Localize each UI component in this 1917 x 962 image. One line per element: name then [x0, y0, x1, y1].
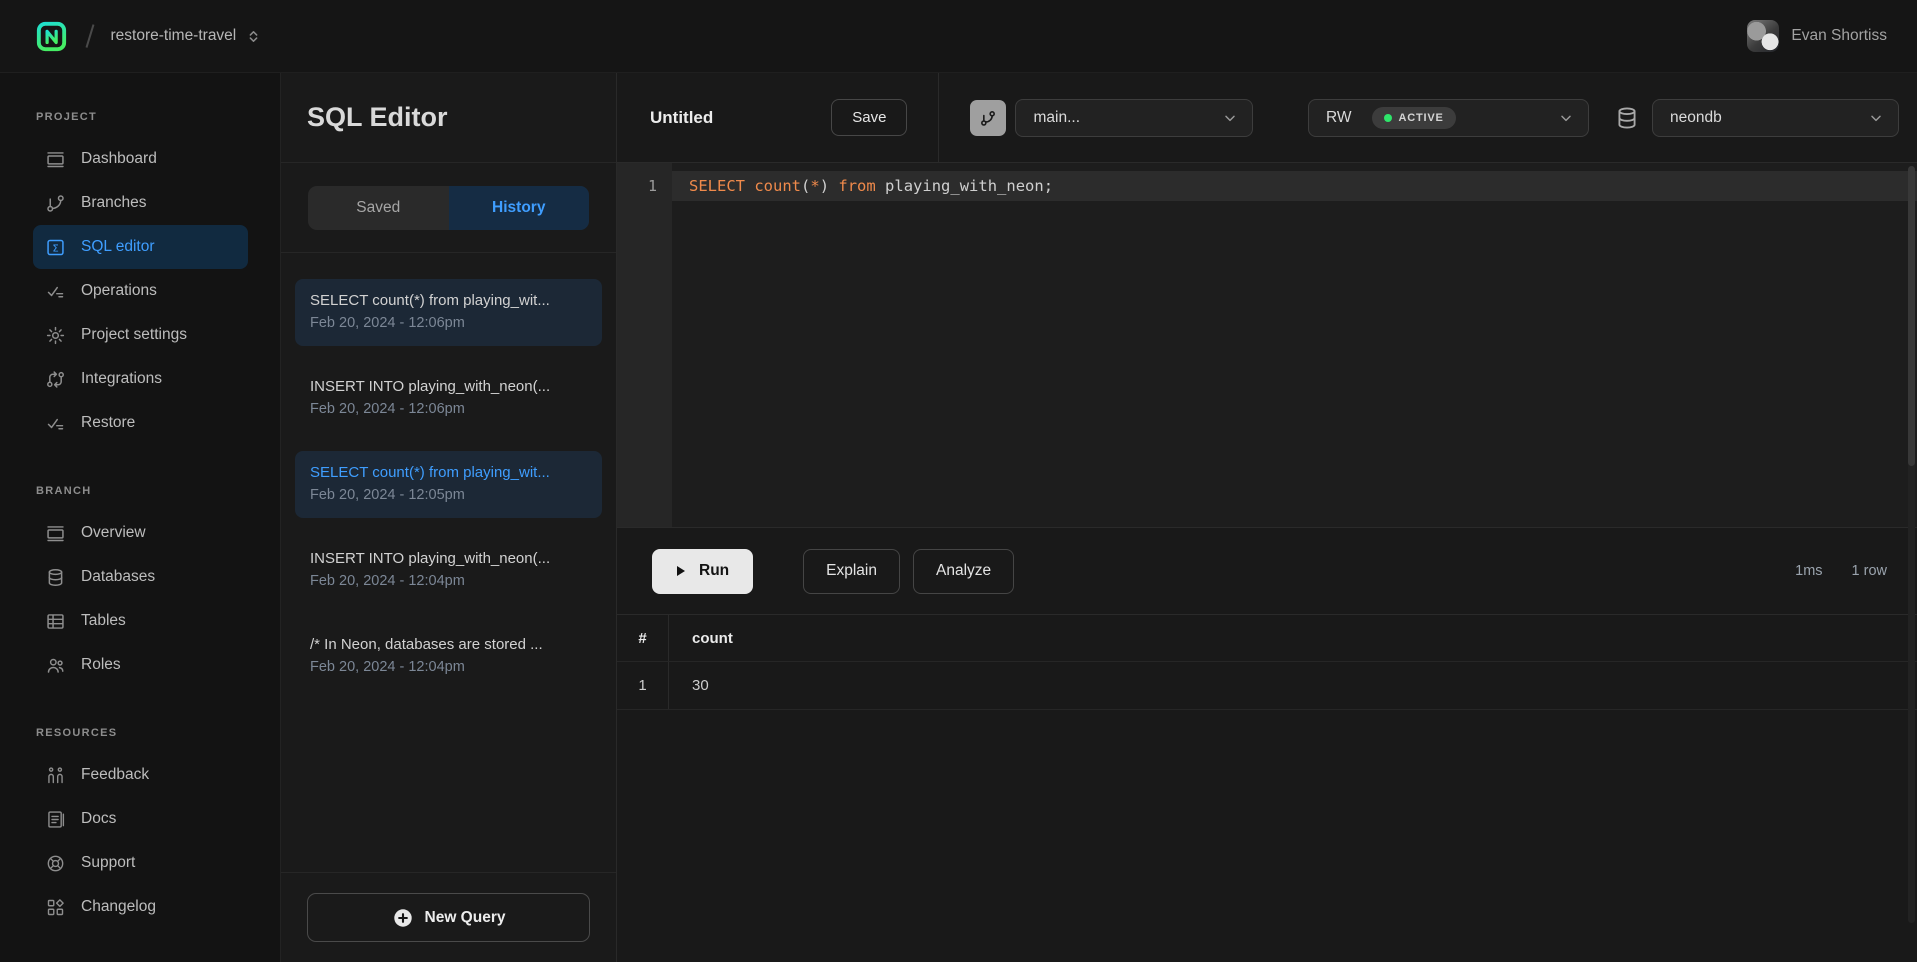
status-badge: ACTIVE: [1372, 107, 1456, 129]
changelog-icon: [45, 897, 66, 918]
editor-pane: Untitled Save main... RW: [617, 73, 1917, 962]
toolbar-divider: [938, 73, 939, 162]
row-index-cell: 1: [617, 662, 669, 709]
history-item[interactable]: SELECT count(*) from playing_wit... Feb …: [295, 451, 602, 518]
tab[interactable]: Saved: [308, 186, 449, 230]
support-icon: [45, 853, 66, 874]
database-select[interactable]: neondb: [1652, 99, 1899, 137]
sidebar-item-support[interactable]: Support: [33, 841, 248, 885]
section-label: BRANCH: [0, 485, 280, 497]
sidebar-item-overview[interactable]: Overview: [33, 511, 248, 555]
sidebar-item-docs[interactable]: Docs: [33, 797, 248, 841]
panel-footer: New Query: [281, 872, 616, 962]
databases-icon: [45, 567, 66, 588]
table-row[interactable]: 1 30: [617, 662, 1917, 710]
restore-icon: [45, 413, 66, 434]
dashboard-icon: [45, 149, 66, 170]
git-branch-icon[interactable]: [970, 100, 1006, 136]
results-header-row: # count: [617, 614, 1917, 662]
integrations-icon: [45, 369, 66, 390]
docs-icon: [45, 809, 66, 830]
row-count: 1 row: [1852, 563, 1887, 579]
scrollbar[interactable]: [1908, 166, 1915, 923]
feedback-icon: [45, 765, 66, 786]
sidebar-item-branches[interactable]: Branches: [33, 181, 248, 225]
history-item[interactable]: INSERT INTO playing_with_neon(... Feb 20…: [295, 365, 602, 432]
avatar[interactable]: [1747, 20, 1779, 52]
history-list: SELECT count(*) from playing_wit... Feb …: [281, 253, 616, 872]
code-area[interactable]: SELECT count(*) from playing_with_neon;: [672, 163, 1917, 527]
sidebar-section-resources: RESOURCES Feedback Docs: [0, 727, 280, 929]
history-item[interactable]: SELECT count(*) from playing_wit... Feb …: [295, 279, 602, 346]
branch-select[interactable]: main...: [1015, 99, 1253, 137]
sidebar-section-branch: BRANCH Overview Databases: [0, 485, 280, 687]
sidebar-item-restore[interactable]: Restore: [33, 401, 248, 445]
row-value-cell: 30: [669, 662, 709, 709]
sidebar-item-changelog[interactable]: Changelog: [33, 885, 248, 929]
actions-bar: Run Explain Analyze 1ms 1 row: [617, 528, 1917, 614]
project-switcher[interactable]: restore-time-travel: [111, 27, 237, 45]
tab[interactable]: History: [449, 186, 590, 230]
sidebar-item-roles[interactable]: Roles: [33, 643, 248, 687]
query-stats: 1ms 1 row: [1795, 563, 1887, 579]
play-icon: [672, 563, 688, 579]
history-item[interactable]: /* In Neon, databases are stored ... Feb…: [295, 623, 602, 690]
results-table: # count 1 30: [617, 614, 1917, 962]
code-line: SELECT count(*) from playing_with_neon;: [672, 171, 1917, 201]
line-number-gutter: 1: [617, 163, 672, 527]
editor-toolbar: Untitled Save main... RW: [617, 73, 1917, 163]
topbar: restore-time-travel Evan Shortiss: [0, 0, 1917, 73]
operations-icon: [45, 281, 66, 302]
section-label: PROJECT: [0, 111, 280, 123]
overview-icon: [45, 523, 66, 544]
explain-button[interactable]: Explain: [803, 549, 900, 594]
panel-header: SQL Editor: [281, 73, 616, 163]
sidebar-item-feedback[interactable]: Feedback: [33, 753, 248, 797]
sidebar-item-databases[interactable]: Databases: [33, 555, 248, 599]
chevron-down-icon: [1558, 110, 1574, 126]
history-item[interactable]: INSERT INTO playing_with_neon(... Feb 20…: [295, 537, 602, 604]
settings-icon: [45, 325, 66, 346]
neon-logo[interactable]: [36, 21, 67, 52]
compute-select[interactable]: RW ACTIVE: [1308, 99, 1589, 137]
tabs-bar: Saved History: [281, 163, 616, 253]
section-label: RESOURCES: [0, 727, 280, 739]
analyze-button[interactable]: Analyze: [913, 549, 1014, 594]
line-number: 1: [617, 171, 657, 201]
user-name[interactable]: Evan Shortiss: [1791, 27, 1887, 45]
sidebar-item-tables[interactable]: Tables: [33, 599, 248, 643]
branches-icon: [45, 193, 66, 214]
breadcrumb-divider: [86, 24, 94, 47]
sidebar: PROJECT Dashboard Branches: [0, 73, 280, 962]
database-icon: [1614, 105, 1640, 131]
svg-text:Σ: Σ: [52, 243, 58, 254]
chevron-down-icon: [1222, 110, 1238, 126]
sql-editor-panel: SQL Editor Saved History SELECT count(*)…: [280, 73, 617, 962]
plus-circle-icon: [392, 907, 414, 929]
scrollbar-thumb[interactable]: [1908, 166, 1915, 466]
column-header-index: #: [617, 615, 669, 661]
query-time: 1ms: [1795, 563, 1822, 579]
updown-chevrons-icon[interactable]: [246, 29, 261, 44]
code-editor[interactable]: 1 SELECT count(*) from playing_with_neon…: [617, 163, 1917, 528]
column-header-count: count: [669, 615, 733, 661]
app-window: restore-time-travel Evan Shortiss PROJEC…: [0, 0, 1917, 962]
chevron-down-icon: [1868, 110, 1884, 126]
roles-icon: [45, 655, 66, 676]
active-dot-icon: [1384, 114, 1392, 122]
sidebar-item-operations[interactable]: Operations: [33, 269, 248, 313]
page-title: SQL Editor: [307, 102, 448, 133]
query-title: Untitled: [650, 108, 713, 128]
sidebar-item-project-settings[interactable]: Project settings: [33, 313, 248, 357]
new-query-button[interactable]: New Query: [307, 893, 590, 942]
sql-editor-icon: Σ: [45, 237, 66, 258]
tables-icon: [45, 611, 66, 632]
saved-history-tabs: Saved History: [308, 186, 589, 230]
sidebar-section-project: PROJECT Dashboard Branches: [0, 111, 280, 445]
sidebar-item-integrations[interactable]: Integrations: [33, 357, 248, 401]
sidebar-item-sql-editor[interactable]: Σ SQL editor: [33, 225, 248, 269]
sidebar-item-dashboard[interactable]: Dashboard: [33, 137, 248, 181]
run-button[interactable]: Run: [652, 549, 753, 594]
save-button[interactable]: Save: [831, 99, 907, 136]
